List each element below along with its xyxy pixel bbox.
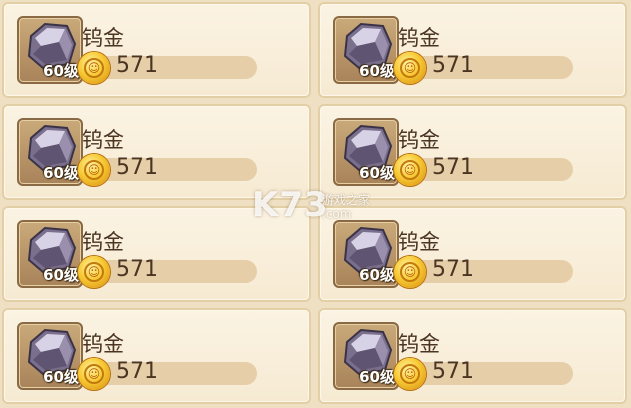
item-amount: 571	[432, 257, 474, 282]
gold-coin-icon: ☺	[78, 358, 110, 390]
item-level: 60级	[43, 164, 79, 182]
amount-bar	[402, 362, 573, 385]
item-amount: 571	[432, 155, 474, 180]
item-amount: 571	[116, 155, 158, 180]
item-icon-frame: 60级	[333, 16, 399, 84]
item-name: 钨金	[82, 26, 124, 50]
item-amount: 571	[116, 359, 158, 384]
amount-bar	[402, 56, 573, 79]
gold-coin-icon: ☺	[394, 154, 426, 186]
item-card[interactable]: 60级 钨金 ☺ 571	[2, 308, 311, 404]
item-icon-frame: 60级	[17, 220, 83, 288]
item-level: 60级	[43, 368, 79, 386]
item-icon-frame: 60级	[333, 118, 399, 186]
item-level: 60级	[359, 368, 395, 386]
item-amount: 571	[432, 53, 474, 78]
amount-bar	[86, 56, 257, 79]
item-name: 钨金	[82, 230, 124, 254]
item-amount: 571	[116, 53, 158, 78]
item-level: 60级	[359, 62, 395, 80]
item-icon-frame: 60级	[17, 16, 83, 84]
gold-coin-icon: ☺	[394, 256, 426, 288]
gold-coin-icon: ☺	[394, 358, 426, 390]
gold-coin-icon: ☺	[394, 52, 426, 84]
item-card[interactable]: 60级 钨金 ☺ 571	[318, 206, 627, 302]
item-level: 60级	[359, 266, 395, 284]
item-level: 60级	[359, 164, 395, 182]
item-card[interactable]: 60级 钨金 ☺ 571	[318, 104, 627, 200]
gold-coin-icon: ☺	[78, 52, 110, 84]
amount-bar	[402, 158, 573, 181]
amount-bar	[86, 362, 257, 385]
item-card[interactable]: 60级 钨金 ☺ 571	[2, 2, 311, 98]
item-name: 钨金	[398, 128, 440, 152]
item-amount: 571	[432, 359, 474, 384]
item-card[interactable]: 60级 钨金 ☺ 571	[318, 2, 627, 98]
item-name: 钨金	[398, 230, 440, 254]
item-name: 钨金	[398, 26, 440, 50]
item-icon-frame: 60级	[17, 118, 83, 186]
item-card[interactable]: 60级 钨金 ☺ 571	[2, 104, 311, 200]
amount-bar	[86, 158, 257, 181]
item-icon-frame: 60级	[17, 322, 83, 390]
item-level: 60级	[43, 62, 79, 80]
item-level: 60级	[43, 266, 79, 284]
item-amount: 571	[116, 257, 158, 282]
item-name: 钨金	[82, 128, 124, 152]
item-icon-frame: 60级	[333, 322, 399, 390]
amount-bar	[402, 260, 573, 283]
amount-bar	[86, 260, 257, 283]
item-name: 钨金	[398, 332, 440, 356]
item-grid: 60级 钨金 ☺ 571 60级 钨金 ☺ 571 60级 钨金 ☺ 571 6…	[0, 0, 631, 408]
item-name: 钨金	[82, 332, 124, 356]
item-icon-frame: 60级	[333, 220, 399, 288]
item-card[interactable]: 60级 钨金 ☺ 571	[2, 206, 311, 302]
item-card[interactable]: 60级 钨金 ☺ 571	[318, 308, 627, 404]
gold-coin-icon: ☺	[78, 256, 110, 288]
gold-coin-icon: ☺	[78, 154, 110, 186]
